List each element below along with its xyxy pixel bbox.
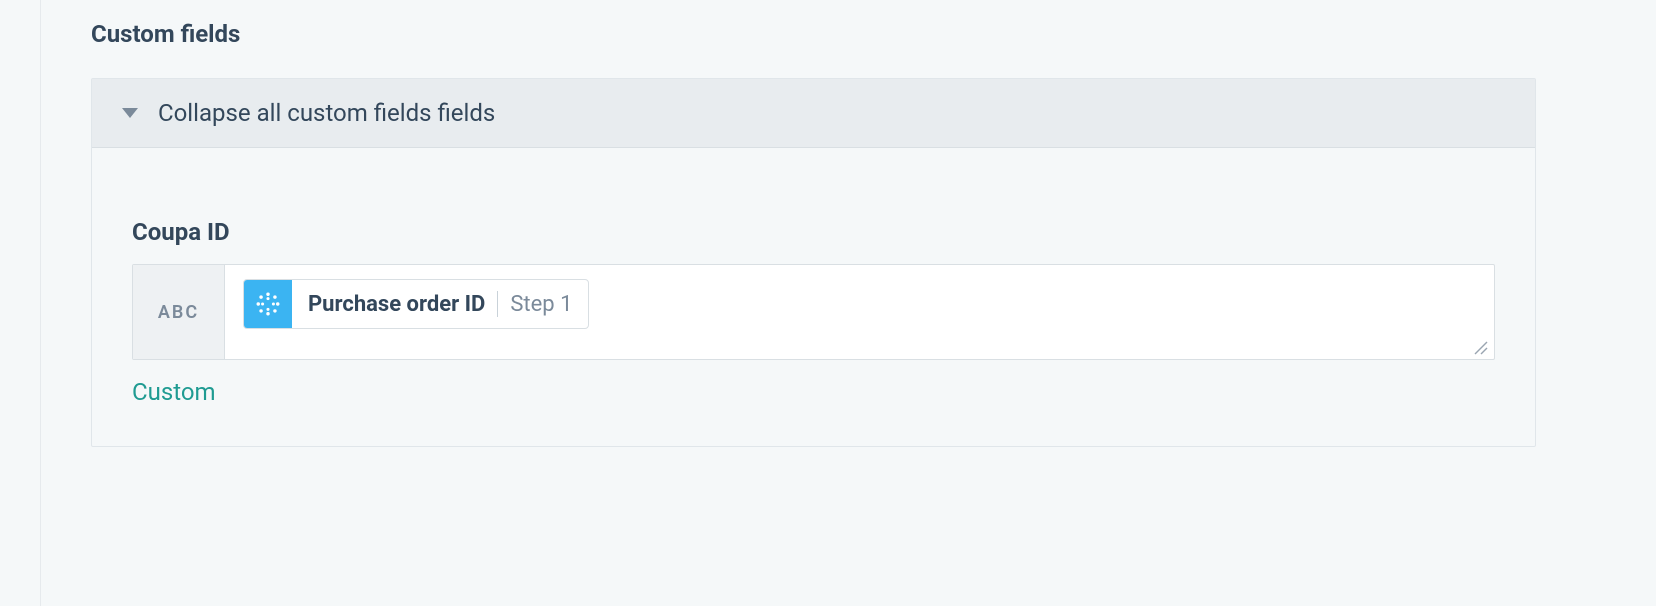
datapill-step-label: Step 1 — [510, 292, 572, 317]
section-title: Custom fields — [91, 20, 1536, 48]
fields-body: Coupa ID ABC — [92, 148, 1535, 446]
chevron-down-icon — [122, 108, 138, 118]
type-badge: ABC — [133, 265, 225, 359]
datapill[interactable]: Purchase order ID Step 1 — [243, 279, 589, 329]
custom-link[interactable]: Custom — [132, 378, 216, 406]
datapill-main-label: Purchase order ID — [308, 292, 485, 317]
custom-fields-panel: Collapse all custom fields fields Coupa … — [91, 78, 1536, 447]
field-input[interactable]: Purchase order ID Step 1 — [225, 265, 1494, 359]
collapse-toggle[interactable]: Collapse all custom fields fields — [92, 79, 1535, 148]
field-label: Coupa ID — [132, 218, 1495, 246]
page-container: Custom fields Collapse all custom fields… — [40, 0, 1656, 606]
divider — [497, 291, 498, 317]
snowflake-icon — [244, 280, 292, 328]
resize-handle-icon — [1472, 339, 1488, 355]
field-input-row: ABC — [132, 264, 1495, 360]
collapse-label: Collapse all custom fields fields — [158, 99, 495, 127]
datapill-text: Purchase order ID Step 1 — [292, 280, 588, 328]
